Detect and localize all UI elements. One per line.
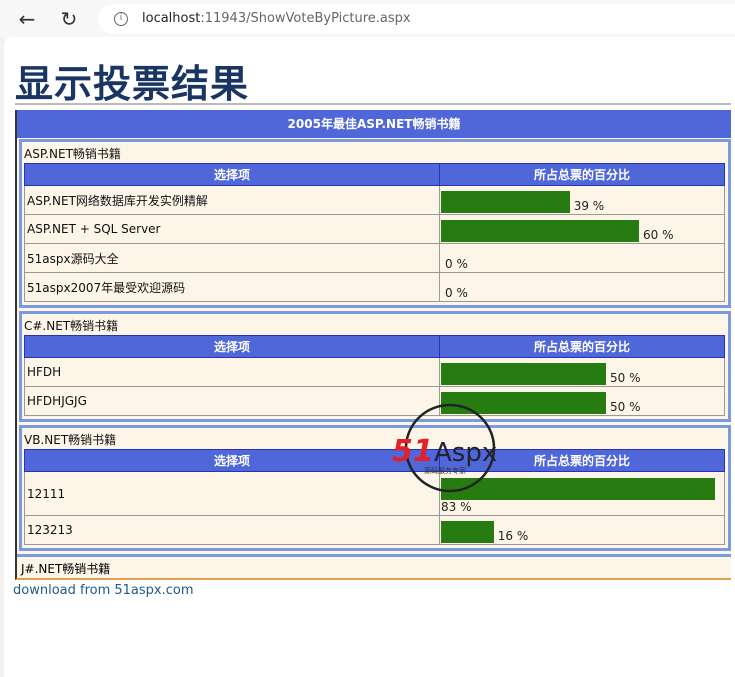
option-name: 51aspx源码大全 [24, 243, 440, 273]
column-header-item: 选择项 [24, 163, 440, 186]
svg-text:Aspx: Aspx [434, 438, 497, 468]
column-header-percent: 所占总票的百分比 [439, 163, 725, 186]
percent-label: 39 % [573, 199, 605, 213]
percent-label: 50 % [610, 371, 641, 385]
percent-cell: 0 % [439, 243, 725, 273]
column-header-item: 选择项 [24, 335, 440, 358]
group-label: VB.NET畅销书籍 [24, 433, 117, 447]
survey-title: 2005年最佳ASP.NET畅销书籍 [17, 110, 731, 138]
percent-label: 0 % [445, 257, 468, 271]
vote-group: C#.NET畅销书籍选择项 所占总票的百分比 HFDH 50 % HFDHJGJG 50 … [19, 311, 731, 422]
column-header-item: 选择项 [24, 449, 440, 472]
group-label: ASP.NET畅销书籍 [24, 147, 121, 161]
option-name: HFDH [24, 357, 440, 387]
column-header-percent: 所占总票的百分比 [439, 335, 725, 358]
group-label: C#.NET畅销书籍 [24, 319, 119, 333]
table-row: ASP.NET + SQL Server 60 % [24, 214, 725, 244]
percent-cell: 39 % [439, 185, 725, 215]
table-row: 12111 83 % [24, 471, 725, 516]
percent-cell: 50 % [439, 357, 725, 387]
table-header-row: 选择项 所占总票的百分比 [24, 335, 725, 358]
group-table: 选择项 所占总票的百分比 ASP.NET网络数据库开发实例精解 39 % ASP.NET… [24, 163, 725, 302]
table-row: 123213 16 % [24, 515, 725, 545]
reload-icon[interactable]: ↻ [54, 7, 84, 31]
table-header-row: 选择项 所占总票的百分比 [24, 163, 725, 186]
percent-label: 0 % [445, 286, 468, 300]
table-row: HFDHJGJG 50 % [24, 386, 725, 416]
table-row: 51aspx2007年最受欢迎源码 0 % [24, 272, 725, 302]
divider [15, 103, 731, 105]
option-name: 123213 [24, 515, 440, 545]
vote-results-table: 2005年最佳ASP.NET畅销书籍 ASP.NET畅销书籍 选择项 所占总票的百分… [15, 110, 731, 580]
url-path: :11943/ShowVoteByPicture.aspx [200, 11, 411, 26]
option-name: HFDHJGJG [24, 386, 440, 416]
page-content: 显示投票结果 2005年最佳ASP.NET畅销书籍 ASP.NET畅销书籍选择项… [4, 37, 735, 677]
group-label: J#.NET畅销书籍 [17, 554, 731, 578]
option-name: ASP.NET网络数据库开发实例精解 [24, 185, 440, 215]
watermark-logo: 51 Aspx 源码服务专家 [392, 403, 497, 493]
browser-toolbar: ← ↻ i localhost:11943/ShowVoteByPicture.… [0, 0, 735, 37]
vote-group: ASP.NET畅销书籍选择项 所占总票的百分比 ASP.NET网络数据库开发实例精解… [19, 139, 731, 308]
back-icon[interactable]: ← [12, 7, 42, 31]
url-host: localhost [142, 11, 201, 26]
percent-bar [441, 363, 606, 385]
download-link[interactable]: download from 51aspx.com [13, 583, 194, 598]
table-row: HFDH 50 % [24, 357, 725, 387]
percent-cell: 0 % [439, 272, 725, 302]
group-table: 选择项 所占总票的百分比 12111 83 % 123213 16 % [24, 449, 725, 545]
address-bar[interactable]: i localhost:11943/ShowVoteByPicture.aspx [98, 3, 735, 34]
percent-label: 50 % [610, 400, 641, 414]
percent-label: 60 % [643, 228, 674, 242]
percent-cell: 60 % [439, 214, 725, 244]
vote-group: VB.NET畅销书籍选择项 所占总票的百分比 12111 83 % 123213 16 % [19, 425, 731, 551]
table-row: 51aspx源码大全 0 % [24, 243, 725, 273]
svg-text:51: 51 [392, 434, 434, 469]
table-header-row: 选择项 所占总票的百分比 [24, 449, 725, 472]
table-row: ASP.NET网络数据库开发实例精解 39 % [24, 185, 725, 215]
option-name: 51aspx2007年最受欢迎源码 [24, 272, 440, 302]
option-name: ASP.NET + SQL Server [24, 214, 440, 244]
option-name: 12111 [24, 471, 440, 516]
info-icon[interactable]: i [114, 11, 128, 26]
svg-text:源码服务专家: 源码服务专家 [424, 466, 466, 475]
group-table: 选择项 所占总票的百分比 HFDH 50 % HFDHJGJG 50 % [24, 335, 725, 416]
percent-bar [441, 220, 639, 242]
percent-bar [441, 191, 570, 213]
page-title: 显示投票结果 [15, 62, 250, 106]
